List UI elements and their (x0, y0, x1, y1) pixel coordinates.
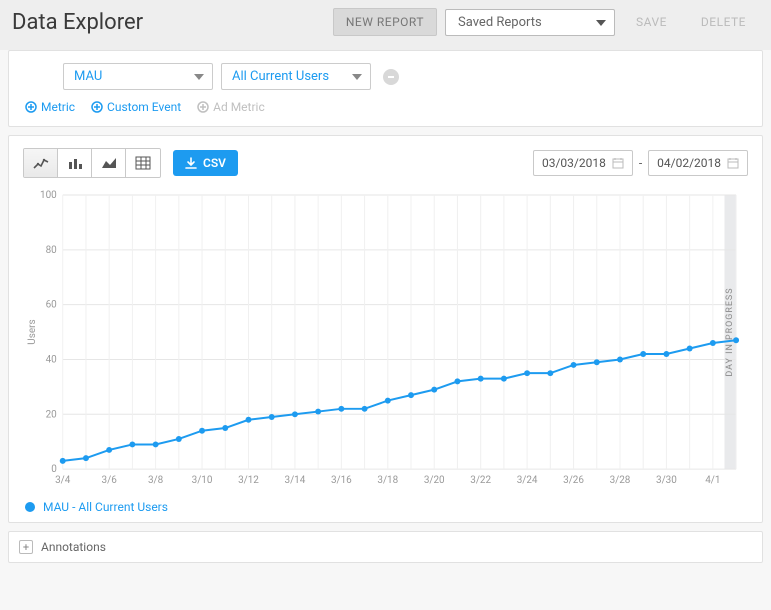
svg-text:0: 0 (51, 464, 57, 475)
line-chart: 0 20 40 60 80 100 3/4 3/6 3/8 3/10 3/12 3/14 3/16 3/1… (23, 186, 748, 496)
svg-text:Users: Users (27, 319, 38, 344)
calendar-icon (727, 157, 739, 169)
new-report-button[interactable]: NEW REPORT (333, 8, 437, 36)
bar-chart-toggle[interactable] (58, 149, 92, 177)
saved-reports-label: Saved Reports (458, 15, 542, 30)
svg-text:3/10: 3/10 (192, 475, 213, 486)
line-chart-icon (33, 156, 49, 170)
chart-panel: CSV 03/03/2018 - 04/02/2018 0 20 40 60 80 100… (8, 135, 763, 523)
plus-circle-icon (197, 101, 209, 113)
legend-dot-icon (25, 502, 35, 512)
svg-text:3/28: 3/28 (610, 475, 631, 486)
svg-text:3/8: 3/8 (148, 475, 164, 486)
saved-reports-dropdown[interactable]: Saved Reports (445, 9, 615, 36)
annotations-panel[interactable]: + Annotations (8, 531, 763, 563)
date-to-value: 04/02/2018 (657, 156, 721, 170)
save-button[interactable]: SAVE (623, 8, 680, 36)
table-toggle[interactable] (126, 149, 160, 177)
segment-dropdown[interactable]: All Current Users (221, 63, 371, 90)
caret-down-icon (596, 15, 606, 30)
add-ad-metric-label: Ad Metric (213, 100, 265, 114)
add-custom-event-label: Custom Event (107, 100, 181, 114)
plus-square-icon: + (19, 540, 33, 554)
filters-panel: MAU All Current Users Metric Custom Even… (8, 50, 763, 127)
minus-icon (387, 73, 395, 81)
plus-circle-icon (25, 101, 37, 113)
segment-value: All Current Users (232, 69, 329, 84)
table-icon (135, 156, 151, 170)
svg-text:3/24: 3/24 (517, 475, 538, 486)
metric-value: MAU (74, 69, 102, 84)
add-ad-metric-link: Ad Metric (197, 100, 265, 114)
chart-toolbar: CSV 03/03/2018 - 04/02/2018 (23, 148, 748, 178)
date-from-value: 03/03/2018 (542, 156, 606, 170)
delete-button[interactable]: DELETE (688, 8, 759, 36)
svg-text:3/14: 3/14 (285, 475, 306, 486)
filter-row: MAU All Current Users (23, 63, 748, 100)
svg-text:3/6: 3/6 (102, 475, 118, 486)
chart-type-toggle (23, 148, 161, 178)
caret-down-icon (352, 69, 362, 84)
svg-text:DAY IN PROGRESS: DAY IN PROGRESS (725, 287, 735, 376)
remove-filter-button[interactable] (383, 69, 399, 85)
svg-text:3/16: 3/16 (331, 475, 352, 486)
bar-chart-icon (67, 156, 83, 170)
annotations-label: Annotations (41, 540, 106, 554)
svg-text:100: 100 (40, 190, 57, 201)
page-title: Data Explorer (12, 10, 143, 35)
metric-dropdown[interactable]: MAU (63, 63, 213, 90)
svg-text:80: 80 (46, 245, 58, 256)
area-chart-icon (101, 156, 117, 170)
area-chart-toggle[interactable] (92, 149, 126, 177)
svg-text:3/22: 3/22 (470, 475, 491, 486)
legend[interactable]: MAU - All Current Users (23, 496, 748, 516)
legend-label: MAU - All Current Users (43, 500, 168, 514)
date-range: 03/03/2018 - 04/02/2018 (533, 150, 748, 176)
line-chart-toggle[interactable] (24, 149, 58, 177)
date-from-input[interactable]: 03/03/2018 (533, 150, 633, 176)
download-icon (185, 157, 197, 169)
add-custom-event-link[interactable]: Custom Event (91, 100, 181, 114)
export-csv-button[interactable]: CSV (173, 150, 238, 176)
add-metric-label: Metric (41, 100, 75, 114)
calendar-icon (612, 157, 624, 169)
date-separator: - (639, 156, 642, 170)
svg-text:3/30: 3/30 (656, 475, 677, 486)
svg-text:40: 40 (46, 354, 58, 365)
svg-text:60: 60 (46, 300, 58, 311)
svg-text:20: 20 (46, 409, 58, 420)
svg-text:3/20: 3/20 (424, 475, 445, 486)
csv-label: CSV (203, 156, 226, 170)
caret-down-icon (194, 69, 204, 84)
date-to-input[interactable]: 04/02/2018 (648, 150, 748, 176)
svg-text:3/18: 3/18 (377, 475, 398, 486)
svg-text:3/4: 3/4 (55, 475, 71, 486)
header-bar: Data Explorer NEW REPORT Saved Reports S… (0, 0, 771, 50)
plus-circle-icon (91, 101, 103, 113)
chart-area: 0 20 40 60 80 100 3/4 3/6 3/8 3/10 3/12 3/14 3/16 3/1… (23, 186, 748, 496)
svg-text:4/1: 4/1 (705, 475, 720, 486)
add-metric-link[interactable]: Metric (25, 100, 75, 114)
svg-text:3/12: 3/12 (238, 475, 259, 486)
add-links-row: Metric Custom Event Ad Metric (23, 100, 748, 114)
svg-text:3/26: 3/26 (563, 475, 584, 486)
